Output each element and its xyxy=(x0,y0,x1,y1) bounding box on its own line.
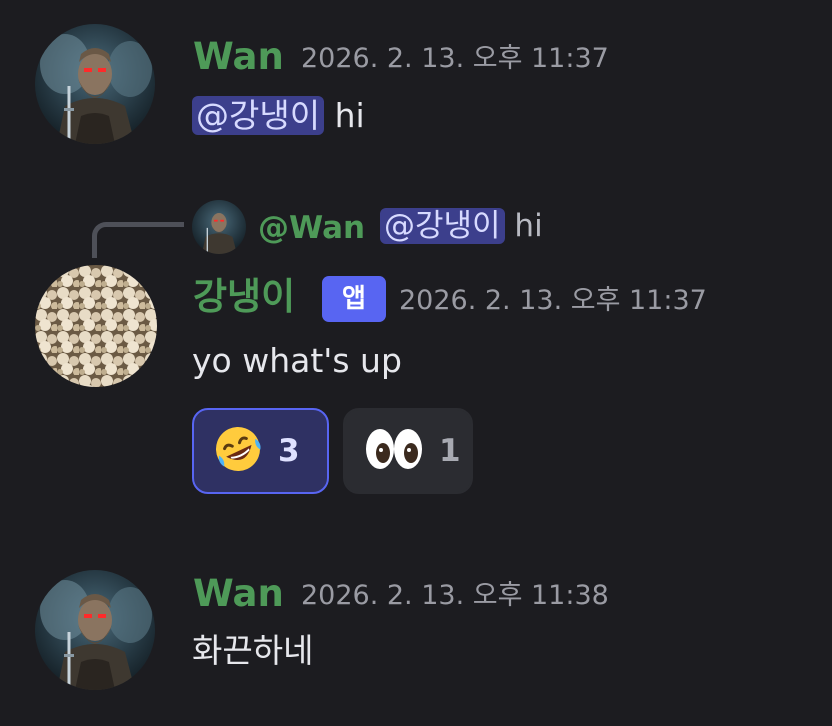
message-timestamp: 2026. 2. 13. 오후 11:37 xyxy=(301,43,609,74)
avatar-wan[interactable] xyxy=(35,24,155,144)
reply-preview[interactable]: @강냉이 hi xyxy=(380,206,543,246)
reaction-button[interactable]: 1 xyxy=(343,408,473,494)
avatar-wan[interactable] xyxy=(35,570,155,690)
user-mention[interactable]: @강냉이 xyxy=(192,96,325,135)
message-content: @강냉이 hi xyxy=(192,95,365,137)
rolling-on-floor-laughing-icon xyxy=(212,423,264,479)
user-mention[interactable]: @강냉이 xyxy=(380,208,505,244)
avatar-kangnaengi[interactable] xyxy=(35,265,157,387)
message-timestamp: 2026. 2. 13. 오후 11:37 xyxy=(399,285,707,316)
reply-author[interactable]: @Wan xyxy=(258,208,365,248)
reaction-count: 1 xyxy=(439,433,461,469)
eyes-icon xyxy=(363,423,425,479)
message-author[interactable]: 강냉이 xyxy=(193,275,295,319)
message-author[interactable]: Wan xyxy=(193,35,284,79)
reaction-button[interactable]: 3 xyxy=(192,408,329,494)
message-text: yo what's up xyxy=(192,341,402,380)
reply-preview-text: hi xyxy=(504,208,543,244)
message-timestamp: 2026. 2. 13. 오후 11:38 xyxy=(301,580,609,611)
message-author[interactable]: Wan xyxy=(193,572,284,616)
reply-connector xyxy=(92,222,184,258)
reaction-count: 3 xyxy=(278,433,300,469)
reply-avatar[interactable] xyxy=(192,200,246,254)
app-badge: 앱 xyxy=(322,276,386,322)
message-text: hi xyxy=(324,96,365,135)
message-text: 화끈하네 xyxy=(192,631,314,670)
